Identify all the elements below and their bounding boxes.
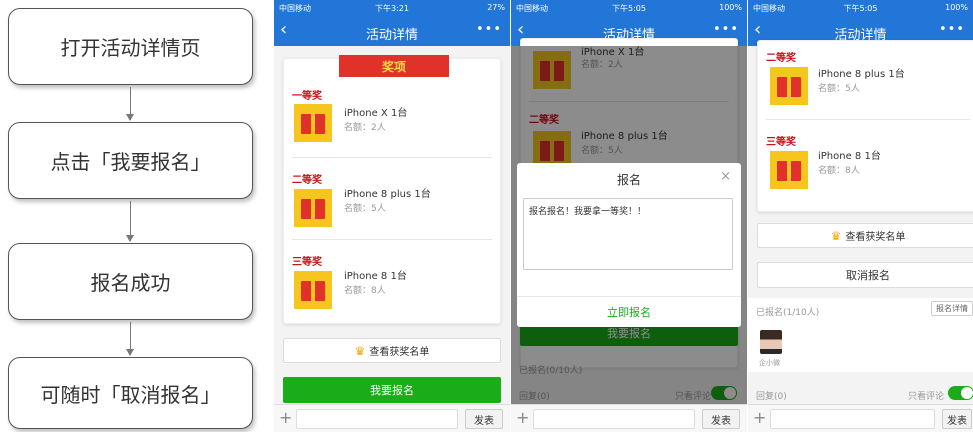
- divider: [292, 157, 492, 158]
- prize-quota: 名额：8人: [344, 286, 386, 296]
- send-button[interactable]: 发表: [465, 409, 503, 429]
- prize-name: iPhone 8 plus 1台: [818, 69, 905, 80]
- prize-name: iPhone 8 1台: [818, 151, 881, 162]
- ellipsis-icon[interactable]: •••: [713, 22, 739, 37]
- status-bar: 中国移动 下午5:05 100%: [511, 0, 747, 16]
- status-bar: 中国移动 下午3:21 27%: [274, 0, 510, 16]
- time-label: 下午5:05: [612, 4, 646, 13]
- button-label: 查看获奖名单: [369, 347, 430, 358]
- registered-count: 已报名(1/10人): [756, 308, 820, 318]
- prize-tier: 三等奖: [766, 137, 796, 148]
- banner-label: 奖项: [381, 59, 406, 74]
- flow-arrow: [126, 201, 134, 242]
- comment-bar: + 发表: [511, 404, 747, 432]
- crown-icon: ♛: [830, 228, 842, 243]
- plus-icon[interactable]: +: [516, 408, 529, 427]
- status-bar: 中国移动 下午5:05 100%: [748, 0, 973, 16]
- battery-label: 27%: [487, 3, 505, 12]
- button-label: 我要报名: [370, 384, 414, 397]
- dialog-title: 报名: [616, 173, 641, 187]
- prize-banner: 奖项: [339, 55, 449, 77]
- flow-step-label: 可随时「取消报名」: [40, 382, 221, 407]
- prize-tier: 二等奖: [292, 175, 322, 186]
- prize-tier: 二等奖: [766, 53, 796, 64]
- prize-card: 奖项 一等奖 iPhone X 1台 名额：2人 二等奖 iPhone 8 pl…: [283, 55, 501, 324]
- reply-count: 回复(0): [756, 392, 787, 402]
- button-label: 取消报名: [846, 269, 890, 282]
- ellipsis-icon[interactable]: •••: [939, 22, 965, 37]
- nav-title: 活动详情: [365, 28, 418, 43]
- dialog-textarea[interactable]: 报名报名！我要拿一等奖！！: [523, 198, 733, 270]
- comment-bar: + 发表: [748, 404, 973, 432]
- prize-quota: 名额：5人: [818, 84, 860, 94]
- textarea-value: 报名报名！我要拿一等奖！！: [529, 207, 647, 217]
- flow-step-label: 点击「我要报名」: [50, 150, 211, 174]
- registered-section: 已报名(1/10人) 报名详情 企小微: [748, 298, 973, 372]
- divider: [292, 239, 492, 240]
- phone-screen-3: 中国移动 下午5:05 100% ‹ 活动详情 ••• 二等奖 iPhone 8…: [748, 0, 973, 432]
- time-label: 下午5:05: [843, 4, 878, 13]
- battery-label: 100%: [945, 3, 968, 12]
- avatar[interactable]: [760, 330, 782, 354]
- send-button[interactable]: 发表: [702, 409, 740, 429]
- divider: [517, 296, 741, 297]
- button-label: 发表: [711, 415, 731, 427]
- registration-details-button[interactable]: 报名详情: [931, 301, 973, 316]
- plus-icon[interactable]: +: [279, 408, 292, 427]
- register-button[interactable]: 我要报名: [283, 377, 501, 403]
- button-label: 报名详情: [936, 304, 968, 313]
- flow-step-1: 打开活动详情页: [8, 8, 253, 85]
- flow-arrow: [126, 87, 134, 121]
- gift-icon: [294, 271, 332, 309]
- ellipsis-icon[interactable]: •••: [476, 22, 502, 37]
- only-comments-toggle[interactable]: [948, 386, 973, 400]
- comment-input[interactable]: [296, 409, 458, 429]
- button-label: 发表: [947, 415, 967, 427]
- prize-quota: 名额：8人: [818, 166, 860, 176]
- gift-icon: [770, 67, 808, 105]
- crown-icon: ♛: [354, 343, 366, 358]
- cancel-registration-button[interactable]: 取消报名: [757, 262, 973, 288]
- prize-quota: 名额：5人: [344, 204, 386, 214]
- prize-card: 二等奖 iPhone 8 plus 1台 名额：5人 三等奖 iPhone 8 …: [757, 40, 973, 212]
- time-label: 下午3:21: [375, 4, 409, 13]
- gift-icon: [294, 189, 332, 227]
- plus-icon[interactable]: +: [753, 408, 766, 427]
- only-comments-label: 只看评论: [908, 392, 945, 402]
- send-button[interactable]: 发表: [942, 409, 972, 429]
- close-icon[interactable]: ×: [720, 169, 731, 184]
- content-area: 二等奖 iPhone 8 plus 1台 名额：5人 三等奖 iPhone 8 …: [748, 40, 973, 404]
- phone-screen-1: 中国移动 下午3:21 27% ‹ 活动详情 ••• 奖项 一等奖 iPhone…: [274, 0, 510, 432]
- comment-input[interactable]: [533, 409, 695, 429]
- view-winners-button[interactable]: ♛ 查看获奖名单: [757, 223, 973, 248]
- comment-bar: + 发表: [274, 404, 510, 432]
- flow-step-label: 打开活动详情页: [60, 36, 201, 60]
- comment-input[interactable]: [770, 409, 935, 429]
- prize-tier: 一等奖: [292, 91, 322, 102]
- divider: [766, 119, 970, 120]
- flow-step-2: 点击「我要报名」: [8, 122, 253, 199]
- button-label: 发表: [474, 415, 494, 427]
- content-area: 奖项 一等奖 iPhone X 1台 名额：2人 二等奖 iPhone 8 pl…: [274, 46, 510, 404]
- prize-name: iPhone 8 plus 1台: [344, 189, 431, 200]
- flow-step-4: 可随时「取消报名」: [8, 357, 253, 429]
- flow-step-3: 报名成功: [8, 243, 253, 320]
- nav-bar: ‹ 活动详情 •••: [274, 16, 510, 46]
- phone-screen-2: 中国移动 下午5:05 100% ‹ 活动详情 ••• iPhone X 1台 …: [511, 0, 747, 432]
- gift-icon: [770, 151, 808, 189]
- flow-arrow: [126, 322, 134, 356]
- prize-name: iPhone 8 1台: [344, 271, 407, 282]
- prize-name: iPhone X 1台: [344, 108, 408, 119]
- submit-button[interactable]: 立即报名: [517, 304, 741, 320]
- view-winners-button[interactable]: ♛ 查看获奖名单: [283, 338, 501, 363]
- user-name: 企小微: [759, 359, 780, 367]
- gift-icon: [294, 104, 332, 142]
- prize-tier: 三等奖: [292, 257, 322, 268]
- register-dialog: 报名 × 报名报名！我要拿一等奖！！ 立即报名: [517, 163, 741, 327]
- prize-quota: 名额：2人: [344, 123, 386, 133]
- flow-step-label: 报名成功: [90, 271, 171, 295]
- battery-label: 100%: [719, 3, 742, 12]
- button-label: 查看获奖名单: [845, 232, 906, 243]
